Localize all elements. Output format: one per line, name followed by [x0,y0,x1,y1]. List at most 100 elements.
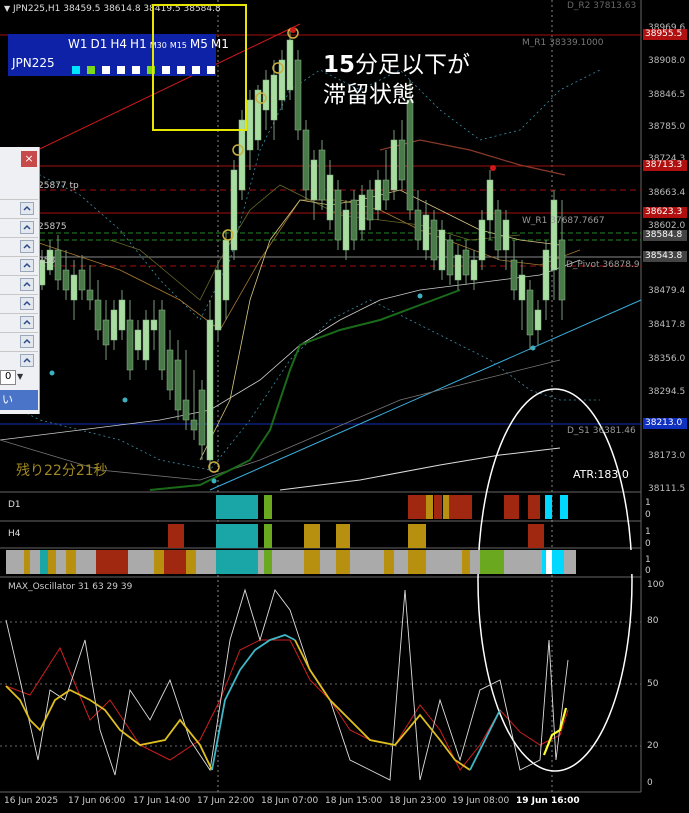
arrow-up-icon[interactable] [20,354,34,367]
arrow-up-icon[interactable] [20,297,34,310]
candle-body [390,139,398,191]
tf-h4: H4 [110,37,128,51]
swing-low-dot [211,478,217,484]
candle-body [294,59,302,131]
candle-body [246,99,254,151]
price-label: 38417.8 [648,320,686,330]
h4-trend-row [6,524,640,548]
candle-body [518,274,526,301]
arrow-up-icon[interactable] [20,240,34,253]
candle-body [158,309,166,371]
candle-body [78,269,86,291]
chart-window[interactable]: ▼ JPN225,H1 38459.5 38614.8 38419.5 3858… [0,0,689,813]
oscillator-signal-yellow2 [294,639,471,771]
oscillator-signal-cyan2 [469,709,501,771]
candle-body [214,269,222,331]
candle-body [134,329,142,351]
price-marker: 38584.8 [643,230,687,241]
level-d-r2: D_R2 37813.63 [567,1,637,11]
osc-scale-0: 0 [647,778,653,788]
arrow-up-icon[interactable] [20,259,34,272]
trend-segment [449,495,472,519]
spin-row [0,275,38,294]
candle-body [558,239,566,301]
trend-segment [528,550,542,574]
arrow-up-icon[interactable] [20,316,34,329]
trend-segment [320,550,336,574]
d1-trend-row [6,495,640,519]
d1-scale-1: 1 [645,498,651,508]
price-label: 38173.0 [648,451,686,461]
arrow-up-icon[interactable] [20,221,34,234]
candle-body [142,319,150,361]
candle-body [414,209,422,241]
swing-low-dot [122,397,128,403]
trend-segment [30,550,40,574]
spin-dropdown-icon[interactable]: ▼ [17,372,23,381]
triangle-down-icon[interactable]: ▼ [4,4,10,13]
time-label: 16 Jun 2025 [4,796,59,806]
arrow-up-icon[interactable] [20,278,34,291]
candle-body [118,299,126,331]
trend-segment [264,495,272,519]
candle-body [206,319,214,461]
candle-body [534,309,542,331]
close-button[interactable]: × [21,151,37,167]
trend-segment [216,524,258,548]
spin-row [0,199,38,218]
trade-panel: × 0 ▼ い [0,147,40,414]
close-icon: × [24,152,34,165]
trend-segment [408,495,426,519]
candle-body [502,219,510,251]
candle-body [62,269,70,291]
sidebar-action-button[interactable]: い [0,390,38,410]
mtf-square-0 [72,65,80,74]
trend-segment [545,495,552,519]
osc-scale-50: 50 [647,679,659,689]
level-left-num2: 258 [38,256,56,266]
candle-body [446,239,454,276]
candle-body [110,309,118,341]
arrow-up-icon[interactable] [20,335,34,348]
spin-row [0,218,38,237]
candle-body [350,199,358,241]
candle-body [486,179,494,221]
price-chart-canvas[interactable] [0,0,689,813]
trend-segment [426,495,433,519]
trendline-blue [209,299,642,491]
candle-body [262,79,270,111]
mtf-square-2 [102,65,110,74]
trend-segment [6,550,24,574]
trend-segment [408,524,426,548]
candle-body [550,199,558,271]
candle-body [326,174,334,221]
candle-body [358,194,366,231]
candle-body [86,289,94,301]
trend-segment [128,550,154,574]
trend-segment [504,495,519,519]
spin-row [0,313,38,332]
candle-body [270,74,278,121]
annotation-line2: 滞留状態 [323,82,415,108]
price-label: 38663.4 [648,188,686,198]
price-marker: 38623.3 [643,207,687,218]
candle-body [382,179,390,201]
trend-segment [164,550,186,574]
price-marker: 38543.8 [643,251,687,262]
trend-segment [350,550,384,574]
pivot-high-dot [290,27,296,33]
mtf-symbol: JPN225 [12,56,55,70]
candle-body [374,179,382,211]
annotation-text: 15分足以下が 滞留状態 [323,50,470,110]
trend-segment [336,550,350,574]
level-left-num1: 25875 [38,222,67,232]
price-label: 38846.5 [648,90,686,100]
countdown-label: 残り22分21秒 [16,463,108,479]
trend-segment [304,550,320,574]
annotation-number: 15 [323,52,356,78]
spin-input[interactable]: 0 [0,370,16,385]
trend-segment [216,495,258,519]
h4-scale-1: 1 [645,527,651,537]
arrow-up-icon[interactable] [20,202,34,215]
candle-body [102,319,110,346]
